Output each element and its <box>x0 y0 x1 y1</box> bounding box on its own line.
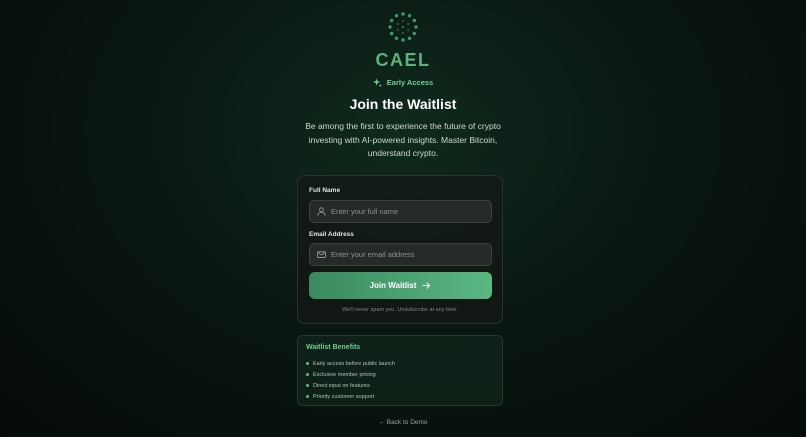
benefit-item: Exclusive member pricing <box>306 369 395 380</box>
join-waitlist-button[interactable]: Join Waitlist <box>309 272 492 299</box>
waitlist-form: Full Name Email Address Join Waitlist We… <box>297 175 503 324</box>
full-name-input[interactable] <box>331 207 481 216</box>
back-to-demo-link[interactable]: ← Back to Demo <box>378 419 427 426</box>
benefits-title: Waitlist Benefits <box>306 344 361 351</box>
back-to-demo: ← Back to Demo <box>0 419 806 426</box>
email-input[interactable] <box>331 250 481 259</box>
page-subtitle: Be among the first to experience the fut… <box>305 121 501 158</box>
early-access-badge: Early Access <box>0 78 806 87</box>
mail-icon <box>316 250 326 260</box>
email-field[interactable] <box>309 243 492 266</box>
radial-dots-logo-icon <box>388 12 418 42</box>
benefit-item: Priority customer support <box>306 391 395 402</box>
benefits-card: Waitlist Benefits Early access before pu… <box>297 335 503 406</box>
join-waitlist-label: Join Waitlist <box>369 281 417 290</box>
email-label: Email Address <box>309 231 354 238</box>
bullet-dot-icon <box>306 384 309 387</box>
bullet-dot-icon <box>306 373 309 376</box>
page-title: Join the Waitlist <box>349 96 457 112</box>
full-name-label: Full Name <box>309 187 341 194</box>
badge-label: Early Access <box>386 78 434 87</box>
benefit-item: Direct input on features <box>306 380 395 391</box>
bullet-dot-icon <box>306 395 309 398</box>
spam-disclaimer: We'll never spam you. Unsubscribe at any… <box>342 307 458 313</box>
full-name-field[interactable] <box>309 200 492 223</box>
arrow-right-icon <box>422 282 431 289</box>
sparkles-icon <box>372 78 382 87</box>
logo: CAEL <box>0 10 806 71</box>
bullet-dot-icon <box>306 362 309 365</box>
brand-name: CAEL <box>375 50 431 70</box>
benefit-item: Early access before public launch <box>306 358 395 369</box>
benefits-list: Early access before public launch Exclus… <box>306 358 395 402</box>
user-icon <box>316 207 326 217</box>
